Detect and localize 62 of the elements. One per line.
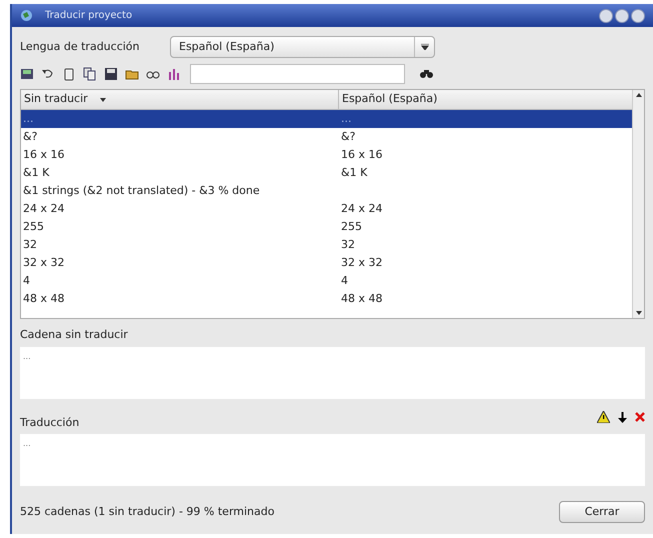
table-cell-text: 48 x 48 bbox=[22, 290, 66, 307]
warning-icon[interactable] bbox=[597, 411, 610, 423]
table-cell-text: &1 K bbox=[340, 164, 368, 181]
save-icon[interactable] bbox=[104, 67, 118, 81]
window-title: Traducir proyecto bbox=[45, 9, 132, 23]
translation-label: Traducción bbox=[20, 414, 80, 430]
close-button[interactable] bbox=[631, 8, 645, 22]
table-cell-text: 48 x 48 bbox=[340, 290, 384, 307]
table-cell-text: 255 bbox=[340, 218, 363, 235]
sort-arrow-icon bbox=[100, 98, 106, 102]
table-cell-text: 4 bbox=[22, 272, 31, 289]
table-row[interactable]: &? &? bbox=[21, 128, 632, 146]
clipboard-icon[interactable] bbox=[62, 67, 76, 81]
language-dropdown[interactable]: Español (España) bbox=[170, 36, 435, 58]
source-string-box: ... bbox=[20, 346, 645, 398]
table-row[interactable]: 255 255 bbox=[21, 218, 632, 236]
table-row[interactable]: 16 x 16 16 x 16 bbox=[21, 146, 632, 164]
table-row[interactable]: &1 K &1 K bbox=[21, 164, 632, 182]
table-row[interactable]: 32 x 32 32 x 32 bbox=[21, 254, 632, 272]
scroll-down-icon[interactable] bbox=[636, 311, 642, 315]
close-icon[interactable] bbox=[635, 412, 645, 422]
table-cell-text: 32 x 32 bbox=[22, 254, 66, 271]
table-cell-text: 32 bbox=[22, 236, 38, 253]
search-field[interactable] bbox=[190, 64, 405, 84]
table-row[interactable]: 32 32 bbox=[21, 236, 632, 254]
down-arrow-icon[interactable] bbox=[618, 412, 627, 422]
status-text: 525 cadenas (1 sin traducir) - 99 % terminado bbox=[20, 504, 274, 520]
table-row[interactable]: ... ... bbox=[21, 110, 632, 128]
close-dialog-button[interactable]: Cerrar bbox=[559, 501, 645, 523]
maximize-button[interactable] bbox=[615, 8, 629, 22]
table-cell-text: &1 strings (&2 not translated) - &3 % done bbox=[22, 182, 261, 199]
table-cell-text: &1 K bbox=[22, 164, 50, 181]
table-cell-text: 24 x 24 bbox=[340, 200, 384, 217]
table-cell-text: 32 x 32 bbox=[340, 254, 384, 271]
table-cell-text: ... bbox=[340, 110, 352, 127]
table-cell-text: &? bbox=[22, 128, 38, 145]
table-row[interactable]: 4 4 bbox=[21, 272, 632, 290]
table-cell-text: 16 x 16 bbox=[340, 146, 384, 163]
binoculars-icon[interactable] bbox=[420, 69, 433, 79]
language-label: Lengua de traducción bbox=[20, 38, 140, 55]
table-cell-text: 4 bbox=[340, 272, 349, 289]
table-cell-text: 255 bbox=[22, 218, 45, 235]
table-row[interactable]: 48 x 48 48 x 48 bbox=[21, 290, 632, 308]
minimize-button[interactable] bbox=[599, 8, 613, 22]
source-string-label: Cadena sin traducir bbox=[20, 327, 129, 343]
table-cell-text: ... bbox=[22, 110, 34, 127]
chart-icon[interactable] bbox=[167, 67, 181, 81]
table-cell-text: 32 bbox=[340, 236, 356, 253]
scroll-up-icon[interactable] bbox=[636, 93, 642, 97]
save-all-icon[interactable] bbox=[20, 67, 34, 81]
dropdown-arrow-icon bbox=[420, 44, 428, 50]
column-header[interactable]: Español (España) bbox=[339, 90, 632, 109]
table-cell-text: 24 x 24 bbox=[22, 200, 66, 217]
table-row[interactable]: &1 strings (&2 not translated) - &3 % done bbox=[21, 182, 632, 200]
table-cell-text: 16 x 16 bbox=[22, 146, 66, 163]
copy-icon[interactable] bbox=[83, 67, 97, 81]
translation-field[interactable]: ... bbox=[20, 434, 645, 486]
column-header[interactable]: Sin traducir bbox=[21, 90, 339, 109]
scrollbar[interactable] bbox=[632, 90, 644, 318]
app-icon bbox=[20, 9, 33, 22]
table-row[interactable]: 24 x 24 24 x 24 bbox=[21, 200, 632, 218]
table-cell-text: &? bbox=[340, 128, 356, 145]
